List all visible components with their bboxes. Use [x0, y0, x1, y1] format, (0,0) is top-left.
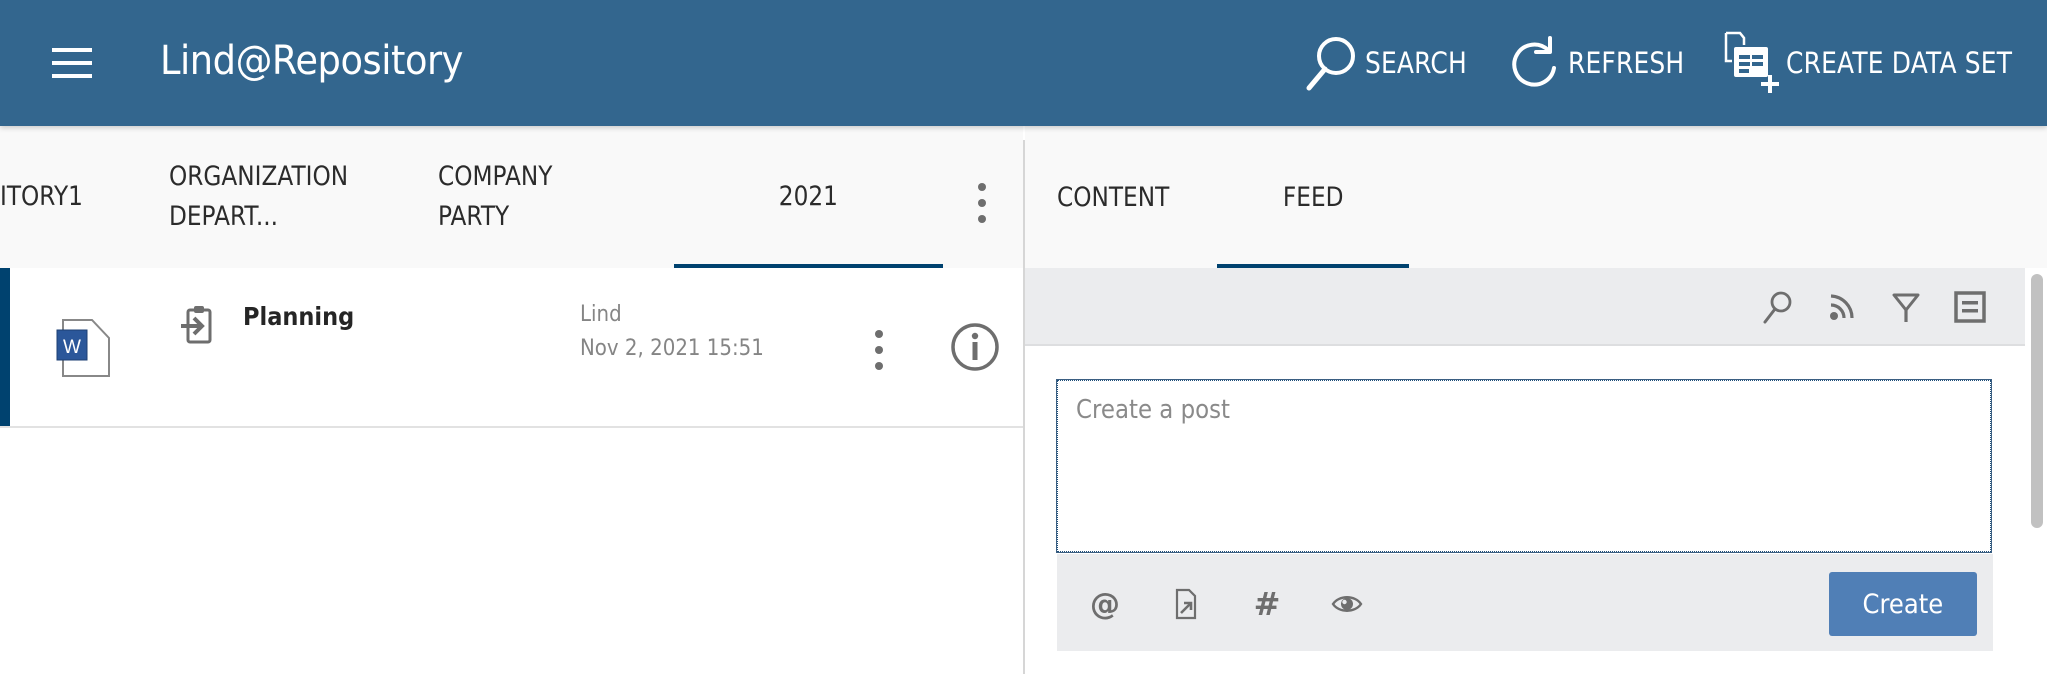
tab-2021[interactable]: 2021 — [674, 126, 943, 268]
app-header: Lind@Repository SEARCH REFRESH CREATE DA… — [0, 0, 2047, 126]
info-icon[interactable] — [950, 322, 1000, 372]
search-icon — [1306, 37, 1355, 91]
item-more-kebab-icon[interactable] — [875, 330, 883, 370]
search-button[interactable]: SEARCH — [1303, 28, 1484, 98]
filter-icon[interactable] — [1889, 290, 1923, 324]
search-label: SEARCH — [1365, 46, 1467, 80]
create-post-input[interactable]: Create a post — [1056, 379, 1992, 553]
create-post-button[interactable]: Create — [1829, 572, 1977, 636]
hashtag-icon[interactable]: # — [1251, 585, 1283, 623]
app-title: Lind@Repository — [160, 38, 463, 84]
hamburger-menu-icon[interactable] — [52, 48, 92, 78]
search-icon[interactable] — [1760, 290, 1794, 324]
document-link-icon[interactable] — [1170, 588, 1202, 620]
breadcrumb-tabs: ITORY1 ORGANIZATION DEPART... COMPANY PA… — [0, 126, 1023, 268]
tab-repository1[interactable]: ITORY1 — [0, 126, 96, 268]
tab-label-line1: ORGANIZATION — [169, 161, 349, 192]
mention-icon[interactable]: @ — [1089, 587, 1121, 622]
create-label: Create — [1862, 588, 1944, 620]
checked-in-icon — [181, 306, 212, 344]
create-data-set-button[interactable]: CREATE DATA SET — [1722, 28, 2047, 98]
refresh-label: REFRESH — [1568, 46, 1685, 80]
tab-organization-department[interactable]: ORGANIZATION DEPART... — [169, 126, 377, 268]
scrollbar-thumb[interactable] — [2031, 274, 2043, 528]
refresh-button[interactable]: REFRESH — [1510, 28, 1703, 98]
tab-content[interactable]: CONTENT — [1057, 126, 1188, 268]
tab-label: ITORY1 — [0, 181, 83, 212]
list-item[interactable]: W Planning Lind Nov 2, 2021 15:51 — [0, 268, 1023, 428]
tab-label: CONTENT — [1057, 181, 1170, 213]
post-placeholder: Create a post — [1076, 395, 1231, 425]
tab-label-line2: PARTY — [438, 201, 510, 232]
rss-icon[interactable] — [1825, 290, 1859, 324]
tab-label-line2: DEPART... — [169, 201, 278, 232]
file-type-letter: W — [63, 337, 81, 358]
selection-indicator — [0, 268, 10, 426]
create-dataset-icon — [1724, 31, 1779, 93]
feed-toolbar — [1025, 268, 2025, 346]
tab-label: FEED — [1282, 181, 1344, 213]
item-author: Lind — [580, 302, 622, 327]
post-toolbar: @ # Create — [1057, 554, 1993, 651]
tab-label-line1: COMPANY — [438, 161, 553, 192]
tabs-more-kebab-icon[interactable] — [978, 183, 986, 223]
list-view-icon[interactable] — [1953, 290, 1987, 324]
item-modified-date: Nov 2, 2021 15:51 — [580, 336, 764, 361]
word-document-icon: W — [56, 319, 110, 377]
tab-feed[interactable]: FEED — [1217, 126, 1409, 268]
tab-company-party[interactable]: COMPANY PARTY — [438, 126, 571, 268]
item-title: Planning — [243, 302, 355, 331]
detail-tabs: CONTENT FEED — [1025, 126, 2047, 268]
create-data-set-label: CREATE DATA SET — [1786, 46, 2013, 80]
refresh-icon — [1512, 36, 1556, 87]
tab-label: 2021 — [778, 181, 839, 212]
visibility-icon[interactable] — [1331, 588, 1363, 620]
